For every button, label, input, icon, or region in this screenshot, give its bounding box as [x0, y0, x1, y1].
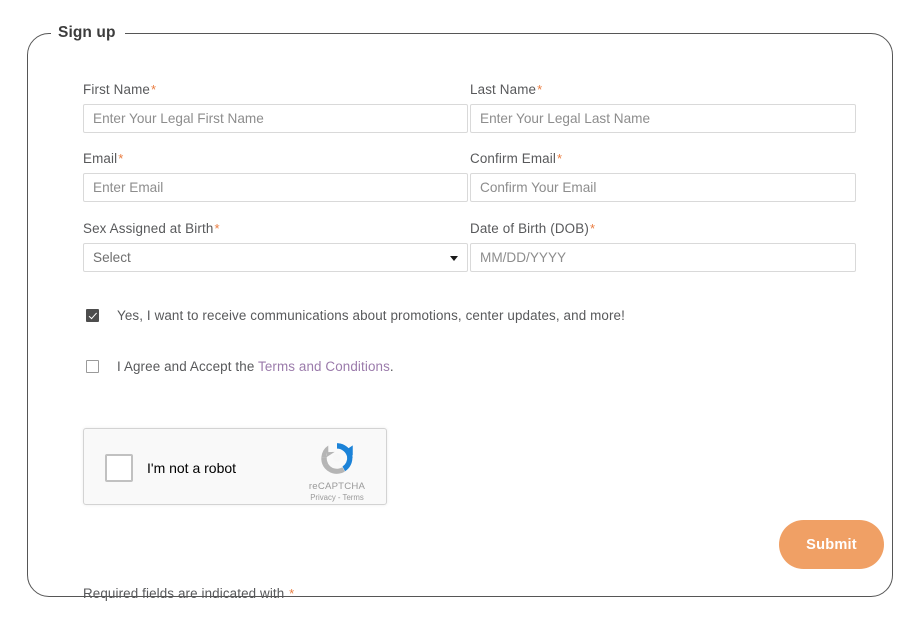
confirm-email-input[interactable] — [470, 173, 856, 202]
field-date-of-birth: Date of Birth (DOB)* — [470, 221, 856, 272]
label-last-name: Last Name* — [470, 82, 856, 98]
submit-button[interactable]: Submit — [779, 520, 884, 569]
field-last-name: Last Name* — [470, 82, 856, 133]
recaptcha-icon — [321, 443, 353, 474]
label-date-of-birth-text: Date of Birth (DOB) — [470, 221, 589, 236]
field-sex-assigned-at-birth: Sex Assigned at Birth* Select — [83, 221, 468, 272]
page-title: Sign up — [58, 24, 116, 41]
label-last-name-text: Last Name — [470, 82, 537, 97]
recaptcha-branding: reCAPTCHA Privacy - Terms — [300, 438, 374, 502]
field-email: Email* — [83, 151, 468, 202]
sex-assigned-at-birth-select[interactable]: Select — [83, 243, 468, 272]
recaptcha-brand-text: reCAPTCHA — [308, 481, 366, 492]
marketing-opt-in-checkbox[interactable] — [86, 309, 99, 322]
recaptcha-label: I'm not a robot — [147, 460, 237, 476]
date-of-birth-input[interactable] — [470, 243, 856, 272]
label-sex-assigned-at-birth: Sex Assigned at Birth* — [83, 221, 468, 237]
field-first-name: First Name* — [83, 82, 468, 133]
last-name-input[interactable] — [470, 104, 856, 133]
required-indicator: * — [557, 151, 563, 166]
recaptcha-widget[interactable]: I'm not a robot reCAPTCHA Privacy - Term… — [83, 428, 387, 505]
terms-agreement-text-after: . — [389, 359, 394, 374]
required-indicator: * — [150, 82, 157, 97]
sex-assigned-at-birth-value[interactable]: Select — [83, 243, 468, 272]
signup-fieldset: Sign up First Name* Last Name* Email* Co… — [27, 24, 893, 601]
marketing-opt-in-label: Yes, I want to receive communications ab… — [117, 308, 625, 323]
first-name-input[interactable] — [83, 104, 468, 133]
required-indicator: * — [589, 221, 596, 236]
required-fields-note-text: Required fields are indicated with — [83, 586, 289, 601]
recaptcha-checkbox[interactable] — [105, 454, 133, 482]
label-date-of-birth: Date of Birth (DOB)* — [470, 221, 856, 237]
recaptcha-legal-text[interactable]: Privacy - Terms — [300, 493, 374, 502]
label-first-name-text: First Name — [83, 82, 150, 97]
required-fields-note: Required fields are indicated with * — [83, 586, 294, 601]
consent-row-marketing[interactable]: Yes, I want to receive communications ab… — [86, 308, 846, 323]
terms-agreement-text-before: I Agree and Accept the — [117, 359, 258, 374]
terms-agreement-label: I Agree and Accept the Terms and Conditi… — [117, 359, 394, 374]
consent-row-terms[interactable]: I Agree and Accept the Terms and Conditi… — [86, 359, 846, 374]
required-indicator: * — [118, 151, 124, 166]
terms-agreement-checkbox[interactable] — [86, 360, 99, 373]
label-confirm-email: Confirm Email* — [470, 151, 856, 167]
label-email: Email* — [83, 151, 468, 167]
label-email-text: Email — [83, 151, 118, 166]
terms-and-conditions-link[interactable]: Terms and Conditions — [258, 359, 390, 374]
required-indicator: * — [289, 586, 295, 601]
field-confirm-email: Confirm Email* — [470, 151, 856, 202]
form-body: First Name* Last Name* Email* Confirm Em… — [28, 42, 892, 601]
label-sex-assigned-at-birth-text: Sex Assigned at Birth — [83, 221, 214, 236]
label-first-name: First Name* — [83, 82, 468, 98]
label-confirm-email-text: Confirm Email — [470, 151, 557, 166]
required-indicator: * — [537, 82, 543, 97]
email-input[interactable] — [83, 173, 468, 202]
required-indicator: * — [214, 221, 220, 236]
